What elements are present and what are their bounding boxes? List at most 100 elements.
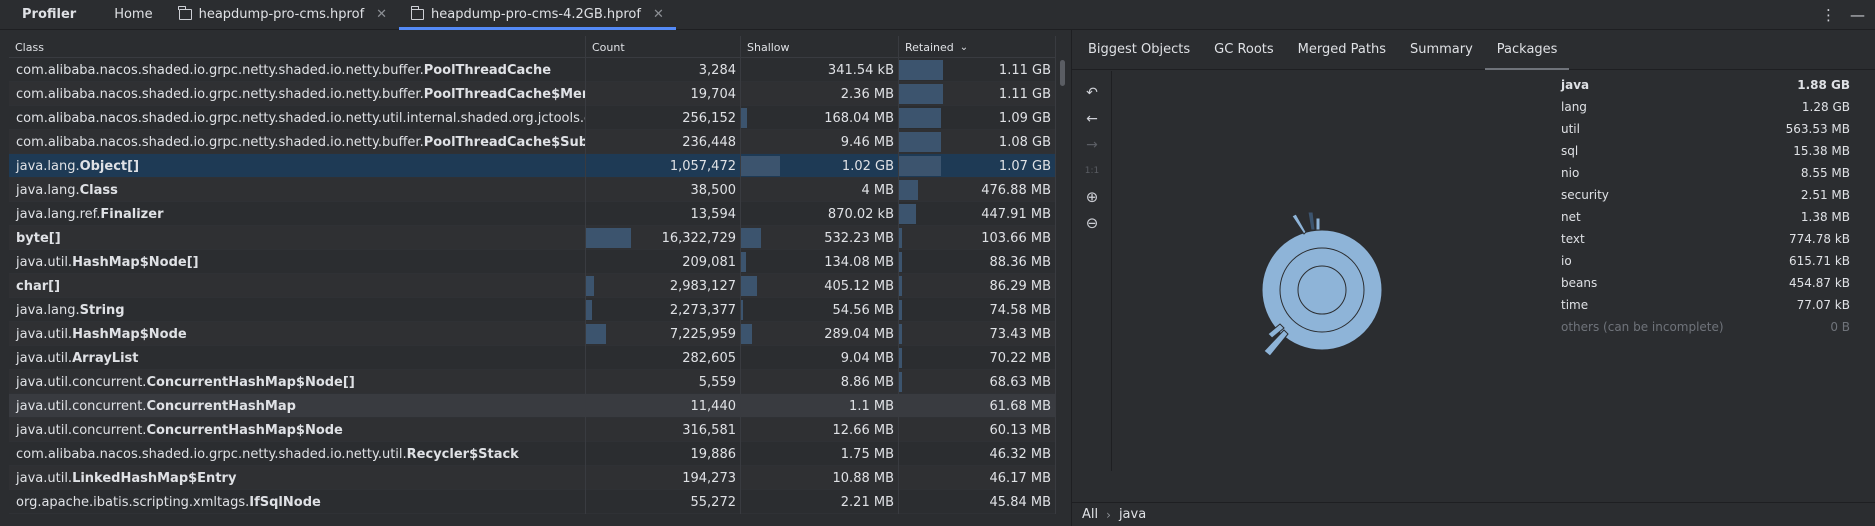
table-row[interactable]: org.apache.ibatis.scripting.xmltags. IfSq…: [9, 490, 1056, 514]
column-header-count[interactable]: Count: [586, 36, 741, 58]
count-value: 256,152: [682, 110, 736, 126]
table-row[interactable]: com.alibaba.nacos.shaded.io.grpc.netty.s…: [9, 58, 1056, 82]
class-simple-name: IfSqlNode: [249, 494, 321, 510]
close-icon[interactable]: ✕: [653, 7, 664, 22]
class-package: com.alibaba.nacos.shaded.io.grpc.netty.s…: [16, 62, 424, 78]
retained-cell: 1.11 GB: [899, 58, 1056, 82]
retained-cell: 86.29 MB: [899, 274, 1056, 298]
table-row[interactable]: char[] 2,983,127 405.12 MB 86.29 MB: [9, 274, 1056, 298]
table-header: Class Count Shallow Retained ⌄: [9, 36, 1056, 58]
class-simple-name: Finalizer: [100, 206, 164, 222]
table-row[interactable]: com.alibaba.nacos.shaded.io.grpc.netty.s…: [9, 106, 1056, 130]
package-row[interactable]: time 77.07 kB: [1561, 294, 1850, 316]
shallow-cell: 289.04 MB: [741, 322, 899, 346]
actual-size-icon[interactable]: 1:1: [1082, 161, 1102, 181]
count-value: 19,704: [690, 86, 737, 102]
tab-heapdump-pro-cms[interactable]: heapdump-pro-cms.hprof ✕: [167, 0, 399, 30]
shallow-value: 4 MB: [861, 182, 894, 198]
retained-value: 476.88 MB: [981, 182, 1051, 198]
package-row[interactable]: text 774.78 kB: [1561, 228, 1850, 250]
tab-home-label: Home: [114, 7, 153, 22]
table-row[interactable]: java.lang. String 2,273,377 54.56 MB 74.58 M…: [9, 298, 1056, 322]
package-row[interactable]: sql 15.38 MB: [1561, 140, 1850, 162]
class-name-cell: java.util.concurrent. ConcurrentHashMap$N…: [9, 370, 586, 394]
column-header-retained[interactable]: Retained ⌄: [899, 36, 1056, 58]
package-row[interactable]: beans 454.87 kB: [1561, 272, 1850, 294]
count-value: 11,440: [690, 398, 737, 414]
tab-home[interactable]: Home: [96, 0, 166, 30]
package-row[interactable]: nio 8.55 MB: [1561, 162, 1850, 184]
tab-packages[interactable]: Packages: [1484, 30, 1570, 70]
packages-list: java 1.88 GB lang 1.28 GB util 563.53 MB sql…: [1561, 74, 1850, 338]
count-cell: 16,322,729: [586, 226, 741, 250]
class-name-cell: com.alibaba.nacos.shaded.io.grpc.netty.s…: [9, 82, 586, 106]
package-row-root[interactable]: java 1.88 GB: [1561, 74, 1850, 96]
retained-bar: [899, 156, 942, 176]
retained-cell: 68.63 MB: [899, 370, 1056, 394]
sunburst-spike: [1315, 217, 1321, 231]
class-simple-name: HashMap$Node: [72, 326, 187, 342]
shallow-value: 870.02 kB: [827, 206, 894, 222]
tab-gc-roots[interactable]: GC Roots: [1202, 30, 1286, 70]
table-row[interactable]: com.alibaba.nacos.shaded.io.grpc.netty.s…: [9, 82, 1056, 106]
package-row[interactable]: lang 1.28 GB: [1561, 96, 1850, 118]
package-row[interactable]: security 2.51 MB: [1561, 184, 1850, 206]
retained-cell: 1.07 GB: [899, 154, 1056, 178]
table-row[interactable]: com.alibaba.nacos.shaded.io.grpc.netty.s…: [9, 130, 1056, 154]
package-row[interactable]: io 615.71 kB: [1561, 250, 1850, 272]
more-options-icon[interactable]: ⋮: [1821, 6, 1836, 24]
tab-heapdump-pro-cms-4-2gb[interactable]: heapdump-pro-cms-4.2GB.hprof ✕: [399, 0, 676, 30]
table-row[interactable]: java.util. HashMap$Node[] 209,081 134.08 MB…: [9, 250, 1056, 274]
column-header-shallow[interactable]: Shallow: [741, 36, 899, 58]
close-icon[interactable]: ✕: [376, 7, 387, 22]
column-header-class[interactable]: Class: [9, 36, 586, 58]
table-row[interactable]: com.alibaba.nacos.shaded.io.grpc.netty.s…: [9, 442, 1056, 466]
class-package: com.alibaba.nacos.shaded.io.grpc.netty.s…: [16, 446, 407, 462]
class-package: java.util.concurrent.: [16, 422, 147, 438]
breadcrumb-root[interactable]: All: [1082, 507, 1098, 522]
shallow-cell: 134.08 MB: [741, 250, 899, 274]
class-name-cell: com.alibaba.nacos.shaded.io.grpc.netty.s…: [9, 106, 586, 130]
retained-cell: 46.32 MB: [899, 442, 1056, 466]
package-row[interactable]: util 563.53 MB: [1561, 118, 1850, 140]
table-row[interactable]: java.util. HashMap$Node 7,225,959 289.04 MB…: [9, 322, 1056, 346]
class-simple-name: ConcurrentHashMap$Node[]: [146, 374, 355, 390]
back-icon[interactable]: ←: [1082, 109, 1102, 129]
table-row[interactable]: java.util.concurrent. ConcurrentHashMap$N…: [9, 418, 1056, 442]
minimize-icon[interactable]: —: [1850, 6, 1865, 24]
forward-icon[interactable]: →: [1082, 135, 1102, 155]
table-row[interactable]: java.util. ArrayList 282,605 9.04 MB 70.22 M…: [9, 346, 1056, 370]
count-value: 16,322,729: [661, 230, 736, 246]
table-row[interactable]: java.lang.ref. Finalizer 13,594 870.02 kB 44…: [9, 202, 1056, 226]
table-row[interactable]: java.util.concurrent. ConcurrentHashMap$N…: [9, 370, 1056, 394]
vertical-scrollbar[interactable]: [1060, 60, 1065, 86]
shallow-cell: 4 MB: [741, 178, 899, 202]
class-name-cell: com.alibaba.nacos.shaded.io.grpc.netty.s…: [9, 442, 586, 466]
table-body: com.alibaba.nacos.shaded.io.grpc.netty.s…: [9, 58, 1056, 514]
zoom-in-icon[interactable]: ⊕: [1082, 187, 1102, 207]
shallow-cell: 8.86 MB: [741, 370, 899, 394]
table-row[interactable]: byte[] 16,322,729 532.23 MB 103.66 MB: [9, 226, 1056, 250]
table-row[interactable]: java.util. LinkedHashMap$Entry 194,273 10.8…: [9, 466, 1056, 490]
zoom-out-icon[interactable]: ⊖: [1082, 213, 1102, 233]
packages-sunburst-chart[interactable]: [1242, 210, 1402, 370]
count-value: 38,500: [690, 182, 737, 198]
tab-biggest-objects[interactable]: Biggest Objects: [1076, 30, 1202, 70]
table-row[interactable]: java.lang. Class 38,500 4 MB 476.88 MB: [9, 178, 1056, 202]
class-package: com.alibaba.nacos.shaded.io.grpc.netty.s…: [16, 134, 424, 150]
tab-summary[interactable]: Summary: [1398, 30, 1485, 70]
tab-merged-paths[interactable]: Merged Paths: [1286, 30, 1398, 70]
retained-value: 70.22 MB: [989, 350, 1051, 366]
class-package: org.apache.ibatis.scripting.xmltags.: [16, 494, 250, 510]
table-row[interactable]: java.lang. Object[] 1,057,472 1.02 GB 1.07 G…: [9, 154, 1056, 178]
class-package: com.alibaba.nacos.shaded.io.grpc.netty.s…: [16, 86, 424, 102]
shallow-value: 54.56 MB: [832, 302, 894, 318]
package-row[interactable]: net 1.38 MB: [1561, 206, 1850, 228]
class-name-cell: java.lang. Object[]: [9, 154, 586, 178]
undo-icon[interactable]: ↶: [1082, 83, 1102, 103]
package-name: time: [1561, 298, 1589, 312]
class-package: com.alibaba.nacos.shaded.io.grpc.netty.s…: [16, 110, 586, 126]
breadcrumb-current[interactable]: java: [1119, 507, 1146, 522]
table-row[interactable]: java.util.concurrent. ConcurrentHashMap 11…: [9, 394, 1056, 418]
count-cell: 11,440: [586, 394, 741, 418]
